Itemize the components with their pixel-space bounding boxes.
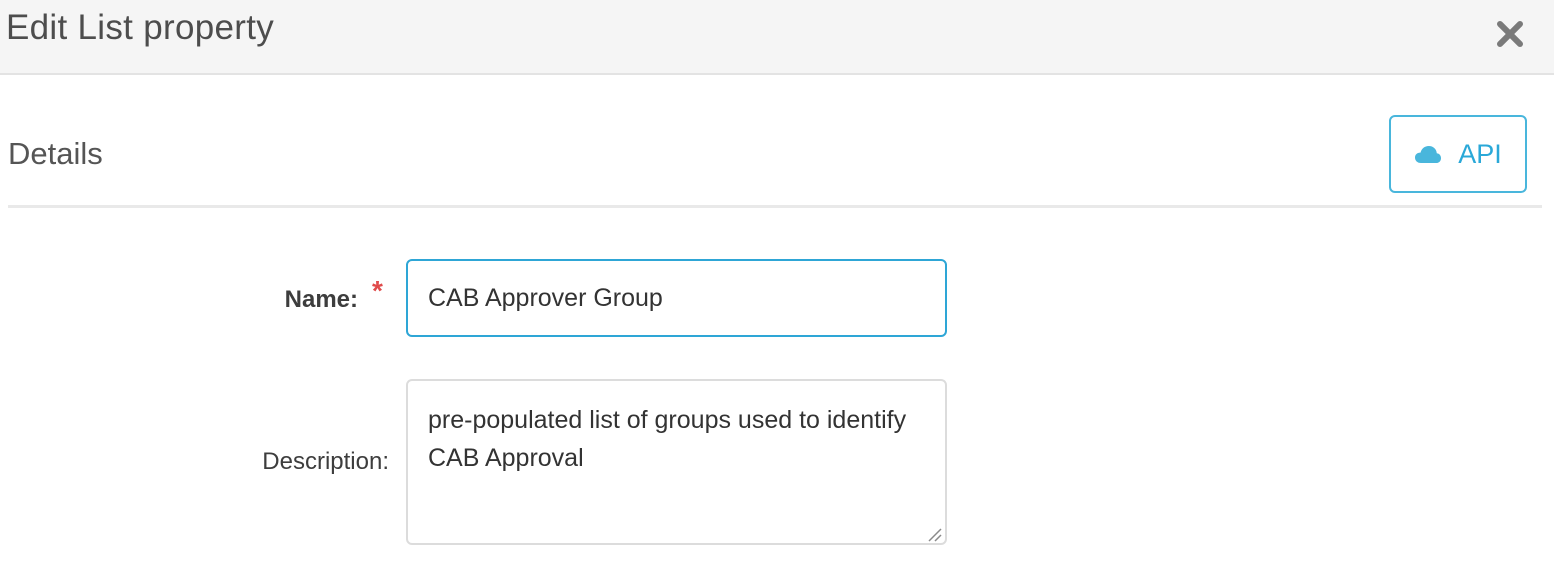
dialog-title: Edit List property — [6, 8, 275, 47]
cloud-icon — [1415, 146, 1442, 163]
resize-handle-icon[interactable] — [926, 526, 942, 542]
section-divider — [8, 205, 1542, 208]
description-textarea[interactable]: pre-populated list of groups used to ide… — [406, 379, 947, 545]
close-icon — [1497, 21, 1523, 47]
close-button[interactable] — [1494, 18, 1526, 50]
name-label: Name: — [284, 286, 358, 313]
api-button[interactable]: API — [1389, 115, 1527, 193]
details-section-title: Details — [8, 136, 103, 171]
name-input[interactable] — [406, 259, 947, 337]
api-button-label: API — [1458, 139, 1502, 169]
edit-list-property-dialog: Edit List property Details API Name: * D… — [0, 0, 1554, 570]
required-marker: * — [372, 275, 383, 306]
description-label: Description: — [262, 448, 389, 475]
dialog-header: Edit List property — [0, 0, 1554, 75]
